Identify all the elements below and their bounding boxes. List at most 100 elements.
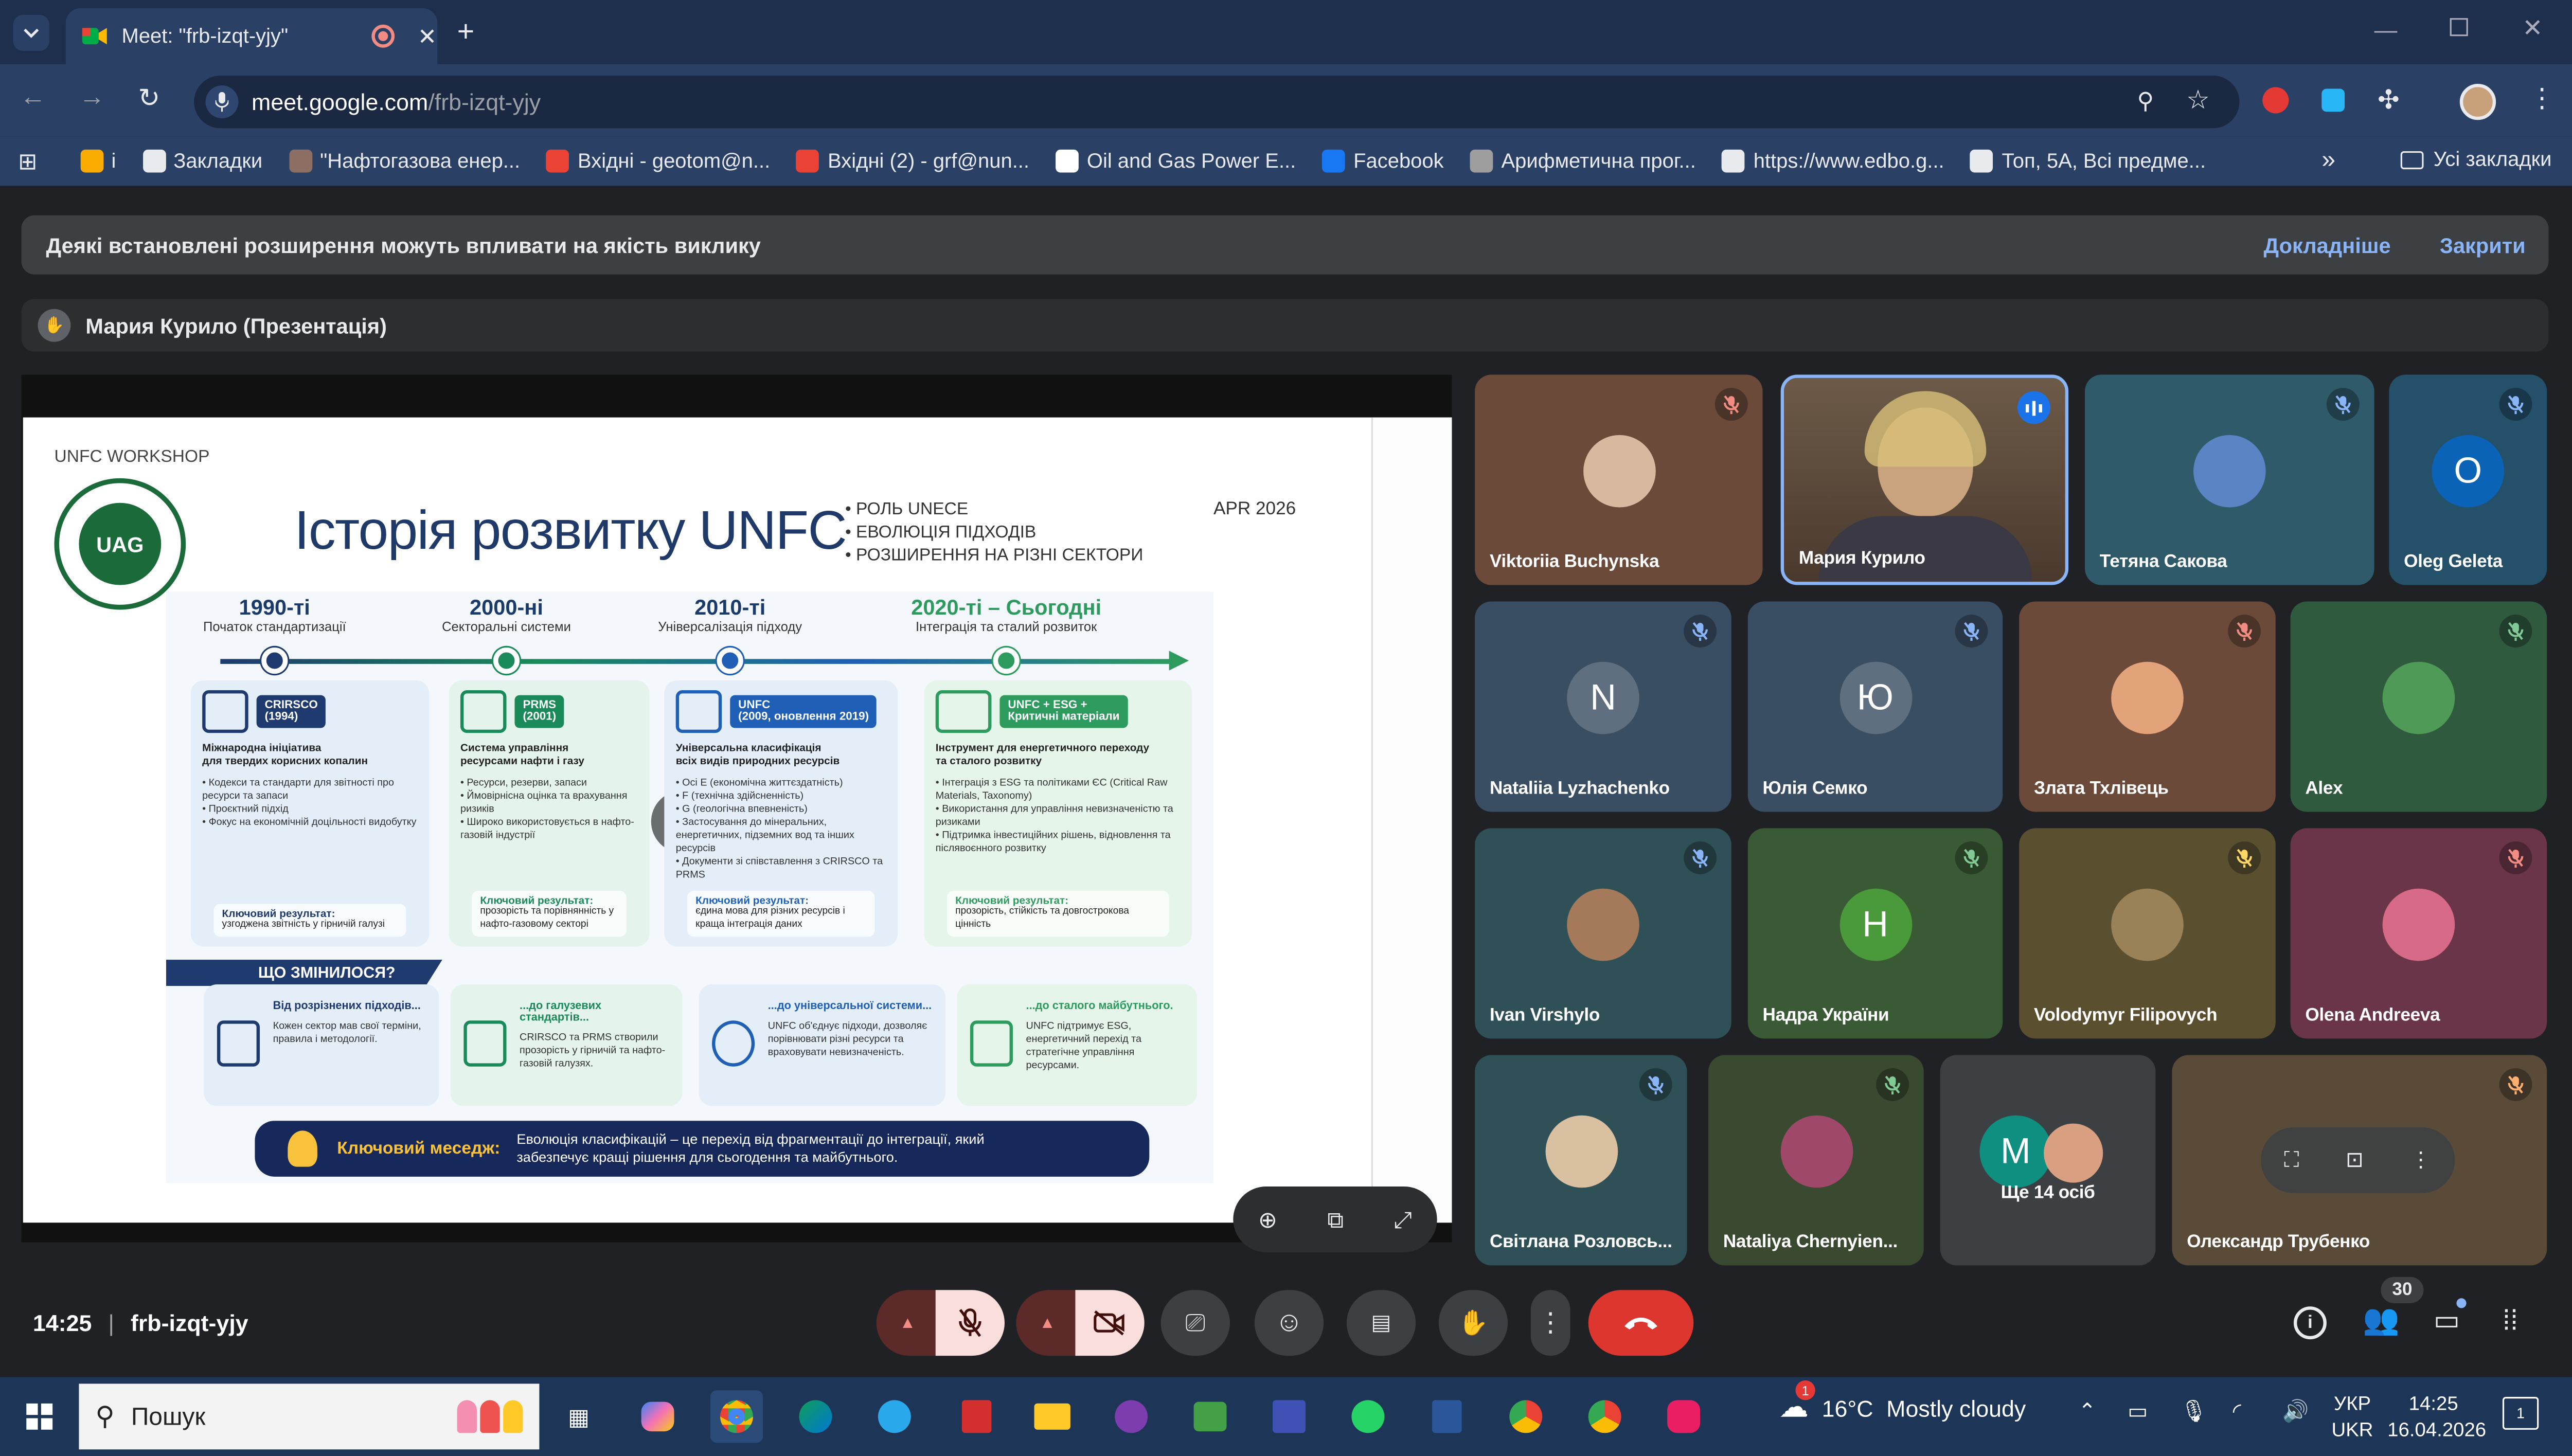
present-button[interactable]: ⎚ <box>1160 1290 1230 1356</box>
bookmark-item[interactable]: Facebook <box>1322 149 1444 173</box>
participant-tile[interactable]: ⛶ ⊡ ⋮ Олександр Трубенко <box>2172 1055 2547 1266</box>
bookmark-item[interactable]: Топ, 5А, Всі предме... <box>1970 149 2206 173</box>
new-tab-button[interactable]: + <box>457 15 475 49</box>
file-explorer-icon[interactable] <box>1026 1390 1079 1443</box>
participant-tile[interactable]: Мария Курило <box>1780 374 2069 585</box>
video-options-button[interactable]: ▲ <box>1016 1290 1079 1356</box>
participant-tile[interactable]: Olena Andreeva <box>2290 828 2547 1039</box>
participant-tile[interactable]: Світлана Розловсь... <box>1475 1055 1687 1266</box>
bookmark-star-icon[interactable]: ☆ <box>2186 84 2210 117</box>
tab-search-button[interactable] <box>13 14 49 51</box>
save-disk-icon[interactable] <box>1263 1390 1315 1443</box>
system-clock[interactable]: 14:25 16.04.2026 <box>2387 1390 2486 1443</box>
participant-avatar-initial: M <box>1979 1115 2052 1188</box>
participant-tile[interactable]: Злата Тхлівець <box>2019 601 2276 812</box>
raise-hand-button[interactable]: ✋ <box>1438 1290 1508 1356</box>
pdf-icon[interactable] <box>951 1390 1003 1443</box>
bookmark-item[interactable]: Вхідні - geotom@n... <box>546 149 770 173</box>
input-language[interactable]: УКР UKR <box>2331 1390 2373 1443</box>
participant-tile[interactable]: Volodymyr Filipovych <box>2019 828 2276 1039</box>
mic-toggle-button[interactable] <box>935 1290 1005 1356</box>
site-info-icon[interactable] <box>205 85 239 119</box>
weather-widget[interactable]: ☁ 1 16°C Mostly cloudy <box>1779 1380 2026 1425</box>
whatsapp-icon[interactable] <box>1342 1390 1394 1443</box>
bookmark-item[interactable]: Арифметична прог... <box>1470 149 1696 173</box>
reload-icon[interactable]: ↻ <box>138 82 160 115</box>
chat-app-icon[interactable] <box>1184 1390 1236 1443</box>
extension-red-icon[interactable] <box>2262 87 2289 114</box>
profile-avatar[interactable] <box>2459 83 2496 120</box>
more-bookmarks-button[interactable]: » <box>2321 146 2335 174</box>
close-window-icon[interactable]: ✕ <box>2522 13 2543 43</box>
bookmark-item[interactable]: Oil and Gas Power E... <box>1056 149 1296 173</box>
participant-tile[interactable]: Ю Юлія Семко <box>1747 601 2003 812</box>
leave-call-button[interactable] <box>1588 1290 1694 1356</box>
tab-meet[interactable]: Meet: "frb-izqt-yjy" ✕ <box>65 8 438 64</box>
participant-tile[interactable]: N Nataliia Lyzhachenko <box>1475 601 1731 812</box>
chrome-taskbar-icon[interactable] <box>710 1390 763 1443</box>
mic-muted-icon <box>1684 615 1717 648</box>
participant-tile[interactable]: Viktoriia Buchynska <box>1475 374 1763 585</box>
tray-mic-icon[interactable]: 🎙 <box>2180 1398 2207 1425</box>
participant-tile[interactable]: Alex <box>2290 601 2547 812</box>
audio-options-button[interactable]: ▲ <box>876 1290 939 1356</box>
activities-icon[interactable]: ⁞⁞ <box>2503 1305 2518 1338</box>
tray-battery-icon[interactable]: ▭ <box>2128 1398 2148 1425</box>
more-options-button[interactable]: ⋮ <box>1530 1290 1570 1356</box>
minimize-icon[interactable]: — <box>2374 16 2398 43</box>
slide-title: Історія розвитку UNFC <box>294 499 847 561</box>
camera-toggle-button[interactable] <box>1075 1290 1145 1356</box>
participant-tile[interactable]: M Ще 14 осіб <box>1940 1055 2156 1266</box>
task-view-icon[interactable]: ▦ <box>552 1390 605 1443</box>
close-tab-icon[interactable]: ✕ <box>418 22 437 50</box>
word-icon[interactable] <box>1421 1390 1473 1443</box>
close-banner-button[interactable]: Закрити <box>2440 233 2526 258</box>
extension-blue-icon[interactable] <box>2321 88 2345 112</box>
start-button[interactable] <box>13 1390 66 1443</box>
meeting-details-icon[interactable]: i <box>2293 1306 2327 1340</box>
back-icon[interactable]: ← <box>20 84 46 114</box>
tray-expand-icon[interactable]: ⌃ <box>2078 1398 2096 1425</box>
address-bar[interactable]: meet.google.com /frb-izqt-yjy ⚲ ☆ <box>194 75 2240 129</box>
bookmark-item[interactable]: Закладки <box>142 149 262 173</box>
participant-tile[interactable]: H Надра України <box>1747 828 2003 1039</box>
reactions-button[interactable]: ☺ <box>1254 1290 1324 1356</box>
zoom-icon[interactable]: ⚲ <box>2137 87 2154 115</box>
bookmark-item[interactable]: Вхідні (2) - grf@nun... <box>796 149 1029 173</box>
taskbar-search-box[interactable]: ⚲ Пошук <box>79 1383 540 1450</box>
copilot-icon[interactable] <box>631 1390 684 1443</box>
pin-icon[interactable]: ⊡ <box>2346 1147 2364 1173</box>
tray-volume-icon[interactable]: 🔊 <box>2282 1398 2309 1425</box>
tile-more-icon[interactable]: ⋮ <box>2410 1147 2432 1173</box>
fullscreen-icon[interactable]: ⤢ <box>1394 1206 1412 1233</box>
camera-app-icon[interactable] <box>1657 1390 1710 1443</box>
participant-tile[interactable]: Тетяна Сакова <box>2085 374 2374 585</box>
viber-icon[interactable] <box>1105 1390 1157 1443</box>
frame-person-icon[interactable]: ⛶ <box>2284 1147 2299 1173</box>
edge-icon[interactable] <box>789 1390 842 1443</box>
chrome-profile-icon[interactable] <box>1499 1390 1552 1443</box>
bookmark-item[interactable]: i <box>80 149 116 173</box>
participant-name: Nataliia Lyzhachenko <box>1489 779 1670 799</box>
telegram-icon[interactable] <box>868 1390 921 1443</box>
learn-more-link[interactable]: Докладніше <box>2263 233 2390 258</box>
restore-icon[interactable] <box>2450 18 2468 37</box>
participant-tile[interactable]: O Oleg Geleta <box>2389 374 2547 585</box>
all-bookmarks-button[interactable]: Усі закладки <box>2400 148 2551 171</box>
bookmark-item[interactable]: https://www.edbo.g... <box>1722 149 1944 173</box>
extensions-puzzle-icon[interactable]: ✣ <box>2378 84 2400 117</box>
open-new-window-icon[interactable]: ⧉ <box>1327 1206 1344 1233</box>
participant-tile[interactable]: Ivan Virshylo <box>1475 828 1731 1039</box>
forward-icon[interactable]: → <box>79 84 105 114</box>
participant-tile[interactable]: Nataliya Chernyien... <box>1708 1055 1924 1266</box>
notifications-button[interactable]: 1 <box>2502 1397 2539 1430</box>
captions-button[interactable]: ▤ <box>1346 1290 1416 1356</box>
tray-wifi-icon[interactable]: ◜ <box>2233 1398 2241 1425</box>
chrome-profile-2-icon[interactable] <box>1579 1390 1631 1443</box>
zoom-in-icon[interactable]: ⊕ <box>1258 1206 1278 1233</box>
browser-menu-icon[interactable]: ⋮ <box>2529 82 2555 115</box>
chat-icon[interactable]: ▭ <box>2434 1305 2460 1338</box>
people-icon[interactable]: 👥 <box>2363 1303 2400 1338</box>
apps-grid-icon[interactable]: ⊞ <box>18 147 38 175</box>
bookmark-item[interactable]: "Нафтогазова енер... <box>289 149 520 173</box>
